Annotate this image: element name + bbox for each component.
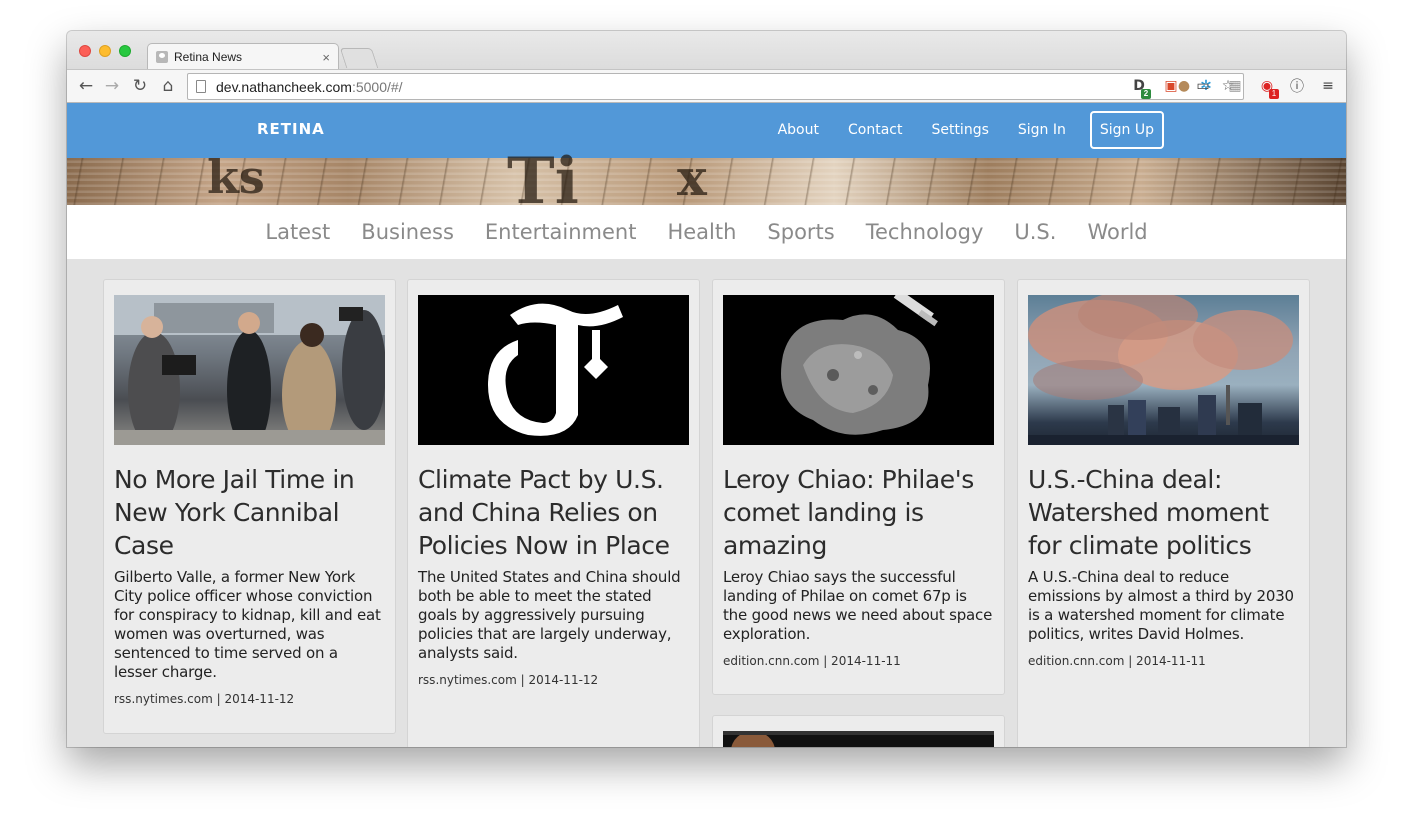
- article-image[interactable]: [1028, 295, 1299, 445]
- back-icon[interactable]: ←: [75, 74, 97, 98]
- forward-icon[interactable]: →: [101, 74, 123, 98]
- category-latest[interactable]: Latest: [265, 220, 330, 244]
- nav-link-about[interactable]: About: [778, 110, 819, 150]
- article-meta: edition.cnn.com | 2014-11-11: [723, 654, 901, 668]
- favicon-icon: [156, 51, 168, 63]
- article-card[interactable]: Leroy Chiao: Philae's comet landing is a…: [712, 279, 1005, 695]
- browser-tab[interactable]: Retina News ×: [147, 43, 339, 70]
- browser-window: Retina News × ← → ↻ ⌂ dev.nathancheek.co…: [67, 31, 1346, 747]
- nav-link-contact[interactable]: Contact: [848, 110, 902, 150]
- tab-strip: Retina News ×: [67, 31, 1346, 70]
- article-card[interactable]: [712, 715, 1005, 747]
- article-card[interactable]: No More Jail Time in New York Cannibal C…: [103, 279, 396, 734]
- extension-info-icon[interactable]: ⓘ: [1287, 75, 1307, 97]
- home-icon[interactable]: ⌂: [157, 74, 179, 98]
- article-summary: Leroy Chiao says the successful landing …: [723, 568, 993, 643]
- reload-icon[interactable]: ↻: [129, 74, 151, 98]
- comet-photo-icon: [781, 295, 938, 435]
- window-minimize-button[interactable]: [99, 45, 111, 57]
- page-icon: [196, 80, 206, 93]
- browser-toolbar: ← → ↻ ⌂ dev.nathancheek.com :5000/#/ ● ✲…: [67, 69, 1346, 103]
- article-meta: rss.nytimes.com | 2014-11-12: [114, 692, 295, 706]
- category-entertainment[interactable]: Entertainment: [485, 220, 637, 244]
- sign-up-button[interactable]: Sign Up: [1089, 111, 1164, 149]
- article-summary: A U.S.-China deal to reduce emissions by…: [1028, 568, 1294, 643]
- window-maximize-button[interactable]: [119, 45, 131, 57]
- cast-icon[interactable]: ▭: [1193, 75, 1213, 97]
- article-meta: edition.cnn.com | 2014-11-11: [1028, 654, 1206, 668]
- hero-newspaper-banner: ks Ti x: [67, 144, 1346, 219]
- article-card[interactable]: Climate Pact by U.S. and China Relies on…: [407, 279, 700, 747]
- category-sports[interactable]: Sports: [767, 220, 834, 244]
- menu-icon[interactable]: ≡: [1318, 75, 1338, 97]
- article-title[interactable]: Climate Pact by U.S. and China Relies on…: [418, 463, 689, 562]
- portrait-photo-icon: [723, 731, 994, 747]
- article-card[interactable]: U.S.-China deal: Watershed moment for cl…: [1017, 279, 1310, 747]
- category-health[interactable]: Health: [667, 220, 736, 244]
- article-image[interactable]: [723, 295, 994, 445]
- extension-grid-icon[interactable]: ▦: [1225, 75, 1245, 97]
- url-path: :5000/#/: [351, 78, 403, 95]
- smokestack-photo-icon: [1028, 295, 1299, 445]
- category-us[interactable]: U.S.: [1014, 220, 1056, 244]
- nav-link-settings[interactable]: Settings: [931, 110, 988, 150]
- tab-title: Retina News: [174, 50, 243, 64]
- article-meta: rss.nytimes.com | 2014-11-12: [418, 673, 599, 687]
- nav-link-sign-in[interactable]: Sign In: [1018, 110, 1066, 150]
- window-close-button[interactable]: [79, 45, 91, 57]
- extension-badge: 1: [1269, 89, 1279, 99]
- extension-save-icon[interactable]: ▣: [1161, 75, 1181, 97]
- court-photo-icon: [114, 295, 385, 445]
- category-bar: Latest Business Entertainment Health Spo…: [67, 205, 1346, 259]
- article-title[interactable]: U.S.-China deal: Watershed moment for cl…: [1028, 463, 1299, 562]
- tab-close-icon[interactable]: ×: [322, 50, 330, 65]
- category-technology[interactable]: Technology: [866, 220, 984, 244]
- article-summary: The United States and China should both …: [418, 568, 681, 662]
- category-world[interactable]: World: [1087, 220, 1147, 244]
- article-title[interactable]: Leroy Chiao: Philae's comet landing is a…: [723, 463, 994, 562]
- article-title[interactable]: No More Jail Time in New York Cannibal C…: [114, 463, 385, 562]
- extension-d-icon[interactable]: D2: [1129, 75, 1151, 99]
- article-image[interactable]: [114, 295, 385, 445]
- page-content: RETINA About Contact Settings Sign In Si…: [67, 103, 1346, 747]
- extension-badge: 2: [1141, 89, 1151, 99]
- nyt-logo-icon: [488, 303, 623, 436]
- extension-lips-icon[interactable]: ◉ 1: [1257, 75, 1279, 99]
- address-bar[interactable]: dev.nathancheek.com :5000/#/ ● ✲ ☆: [187, 73, 1244, 100]
- article-image[interactable]: [418, 295, 689, 445]
- url-host: dev.nathancheek.com: [216, 78, 352, 95]
- article-summary: Gilberto Valle, a former New York City p…: [114, 568, 381, 681]
- article-image[interactable]: [723, 731, 994, 747]
- new-tab-button[interactable]: [339, 48, 379, 68]
- nav-links: About Contact Settings Sign In Sign Up: [749, 110, 1164, 150]
- category-business[interactable]: Business: [361, 220, 454, 244]
- site-logo[interactable]: RETINA: [257, 120, 325, 138]
